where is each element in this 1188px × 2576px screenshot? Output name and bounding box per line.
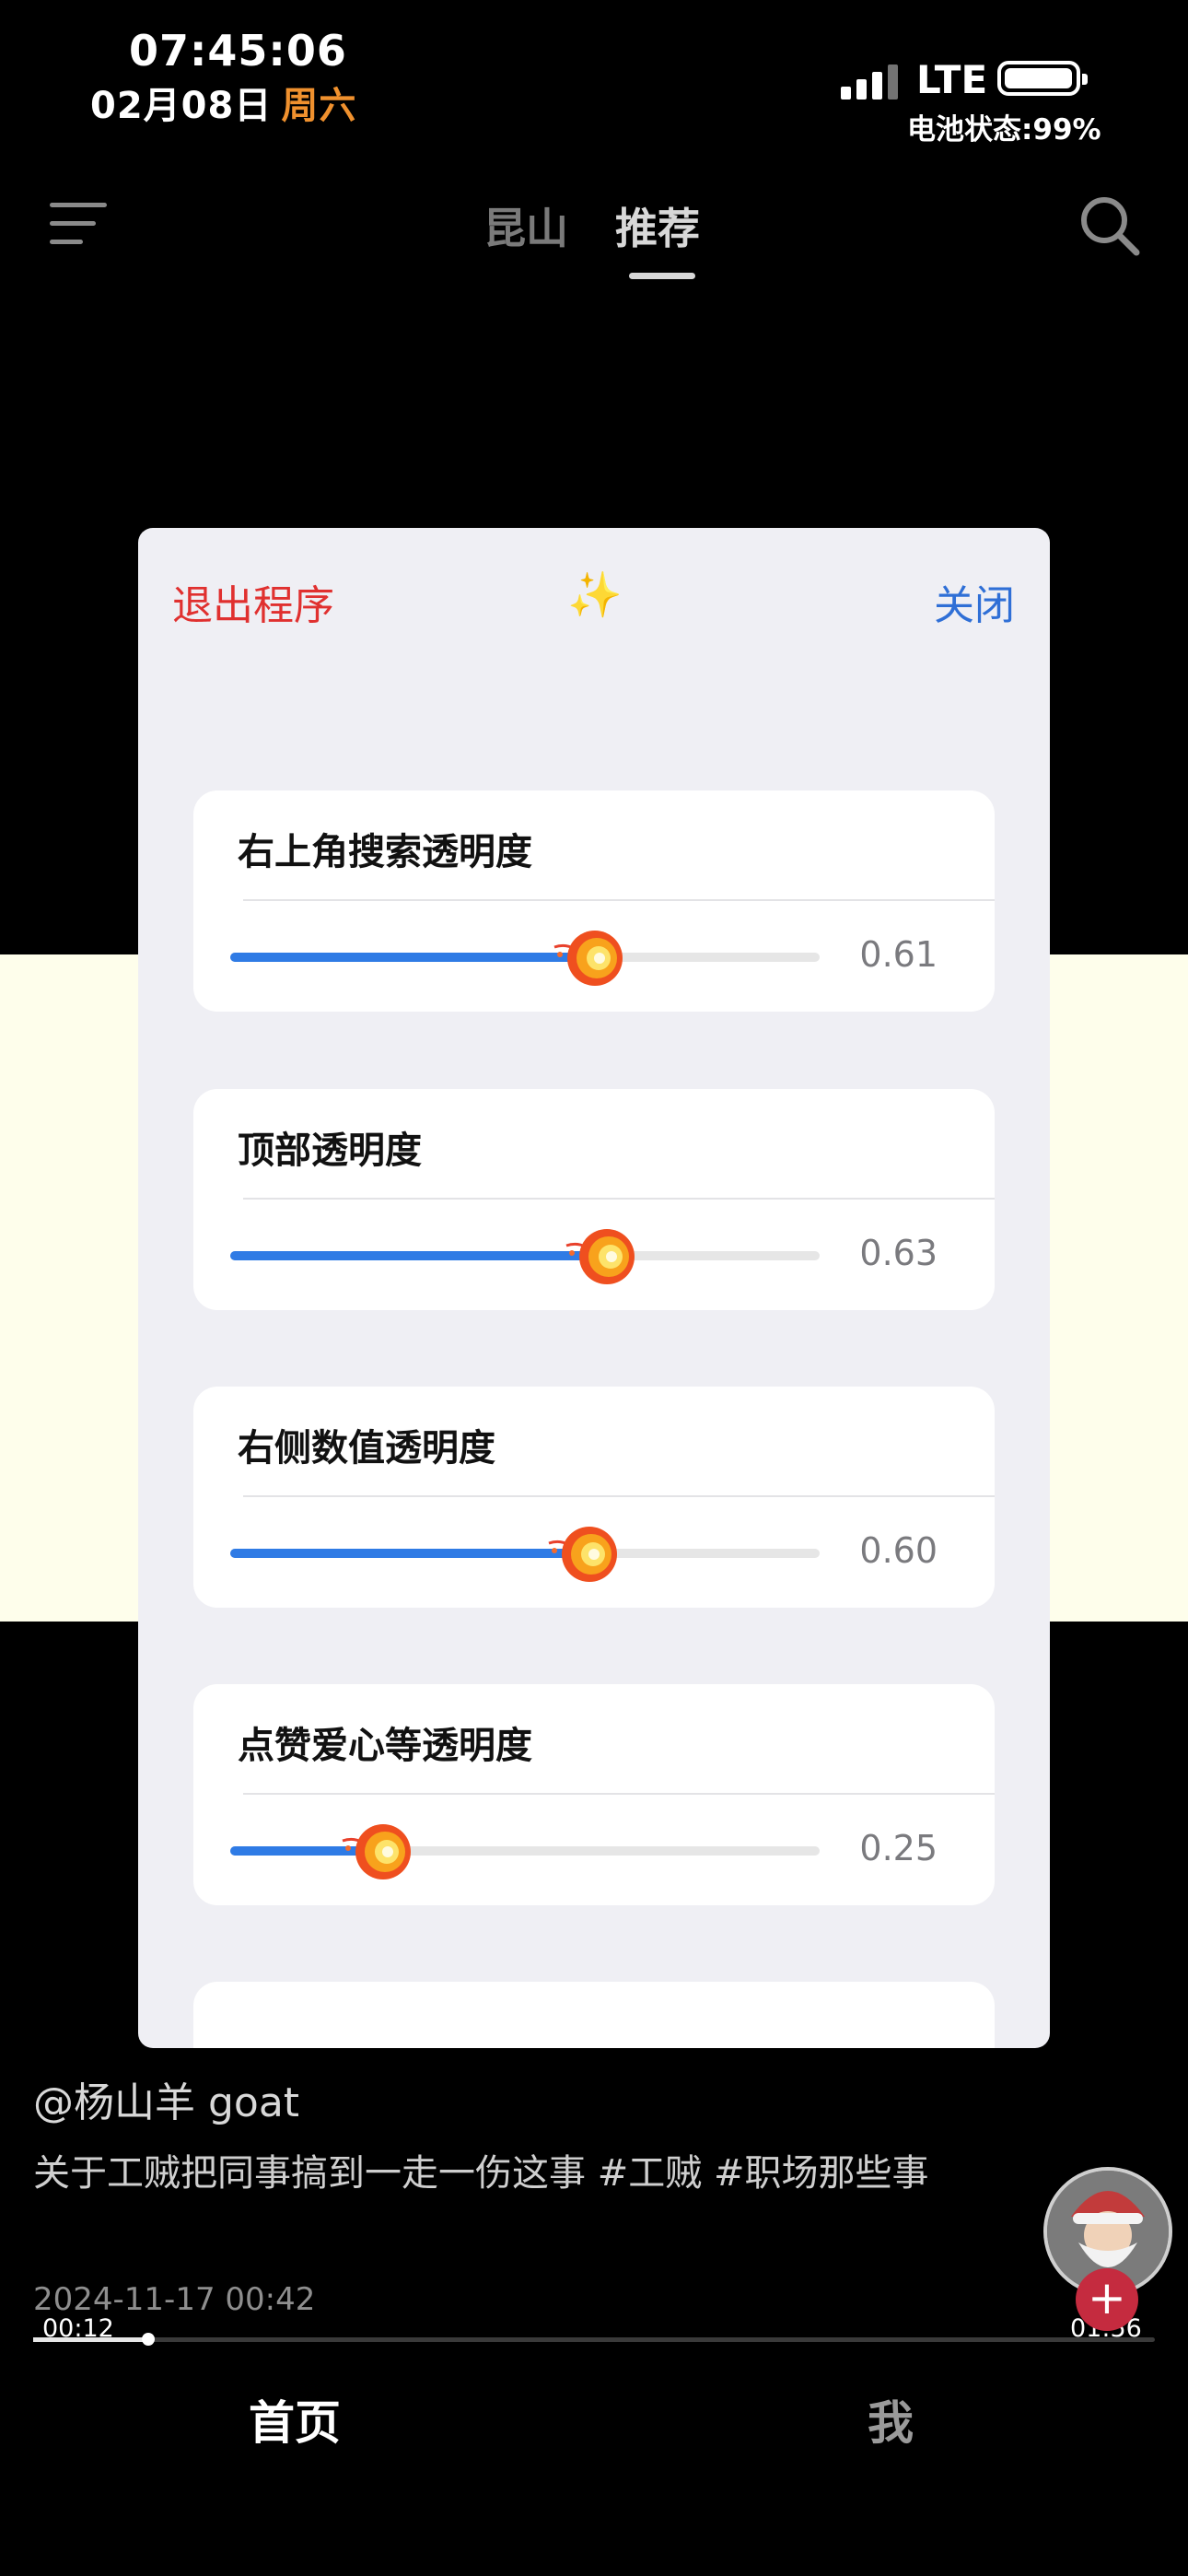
slider-fill <box>230 1549 584 1558</box>
follow-button[interactable]: + <box>1076 2268 1138 2331</box>
opacity-slider[interactable] <box>230 1229 820 1284</box>
opacity-slider[interactable] <box>230 931 820 986</box>
slider-fill <box>230 953 590 962</box>
slider-value: 0.61 <box>859 934 938 975</box>
slider-card: 点赞爱心等透明度 0.25 <box>193 1684 995 1905</box>
slider-label: 顶部透明度 <box>238 1130 422 1172</box>
fireball-icon[interactable] <box>553 919 626 993</box>
slider-card: 右上角搜索透明度 0.61 <box>193 790 995 1012</box>
slider-value: 0.63 <box>859 1233 938 1273</box>
opacity-slider[interactable] <box>230 1527 820 1582</box>
video-progress-bar[interactable] <box>33 2333 1155 2346</box>
network-type: LTE <box>916 57 988 102</box>
search-icon[interactable] <box>1077 193 1142 258</box>
status-date-text: 02月08日 <box>90 85 273 127</box>
signal-icon <box>841 64 905 100</box>
slider-label: 右侧数值透明度 <box>238 1427 495 1469</box>
author-name[interactable]: @杨山羊 goat <box>33 2069 299 2128</box>
settings-panel: 退出程序 ✨ 关闭 右上角搜索透明度 0.61 顶部透明度 0.63 右侧数值透明度 0.… <box>138 528 1050 2048</box>
fireball-icon[interactable] <box>341 1813 414 1887</box>
nav-home[interactable]: 首页 <box>249 2386 341 2453</box>
status-date: 02月08日 周六 <box>90 76 356 129</box>
divider <box>243 1198 995 1200</box>
video-caption[interactable]: 关于工贼把同事搞到一走一伤这事 #工贼 #职场那些事 <box>33 2147 936 2200</box>
nav-me[interactable]: 我 <box>868 2386 914 2453</box>
progress-handle[interactable] <box>142 2333 156 2346</box>
slider-value: 0.60 <box>859 1530 938 1571</box>
battery-icon <box>997 61 1088 96</box>
slider-fill <box>230 1251 602 1260</box>
sparkle-icon: ✨ <box>567 569 623 621</box>
close-button[interactable]: 关闭 <box>934 572 1015 631</box>
fireball-icon[interactable] <box>565 1218 638 1292</box>
slider-label: 右上角搜索透明度 <box>238 831 532 873</box>
divider <box>243 899 995 901</box>
opacity-slider[interactable] <box>230 1824 820 1879</box>
slider-value: 0.25 <box>859 1828 938 1868</box>
exit-app-button[interactable]: 退出程序 <box>172 572 334 631</box>
tab-recommend[interactable]: 推荐 <box>615 195 700 256</box>
tab-kunshan[interactable]: 昆山 <box>483 195 568 256</box>
divider <box>243 1495 995 1497</box>
status-time: 07:45:06 <box>129 26 347 76</box>
fireball-icon[interactable] <box>547 1516 621 1589</box>
slider-card: 顶部透明度 0.63 <box>193 1089 995 1310</box>
menu-icon[interactable] <box>50 201 107 247</box>
battery-status-text: 电池状态:99% <box>907 113 1101 146</box>
publish-date: 2024-11-17 00:42 <box>33 2281 316 2318</box>
active-tab-indicator <box>629 273 695 279</box>
slider-label: 点赞爱心等透明度 <box>238 1725 532 1767</box>
status-weekday: 周六 <box>281 85 357 127</box>
slider-card-partial <box>193 1982 995 2048</box>
slider-card: 右侧数值透明度 0.60 <box>193 1387 995 1608</box>
divider <box>243 1793 995 1795</box>
